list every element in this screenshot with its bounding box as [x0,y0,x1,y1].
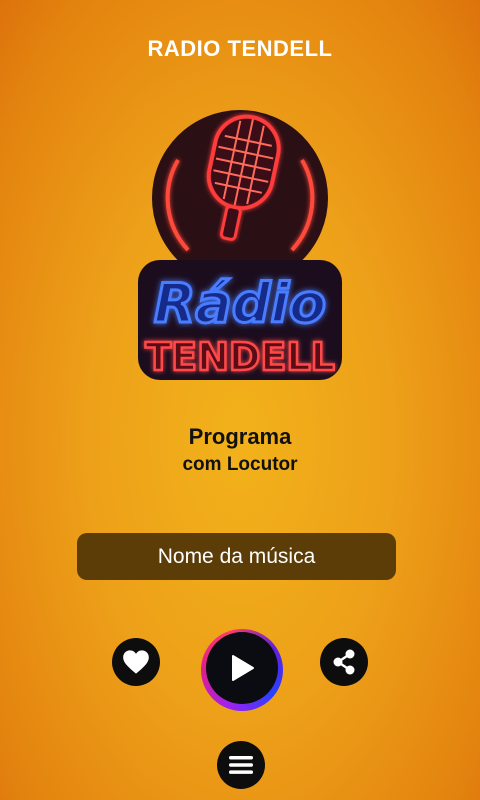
logo-line2: TENDELL [145,335,335,379]
menu-button[interactable] [217,741,265,789]
radio-logo: Rádio TENDELL [130,100,350,390]
menu-icon [229,756,253,774]
play-button[interactable] [201,629,283,711]
logo-line1: Rádio [154,272,326,335]
play-icon [232,655,254,681]
app-title: RADIO TENDELL [147,36,333,61]
song-title: Nome da música [157,544,316,568]
now-playing-bar: Nome da música [77,533,396,580]
program-name: Programa [188,424,292,449]
share-icon [333,649,355,675]
heart-icon [123,650,149,674]
like-button[interactable] [112,638,160,686]
share-button[interactable] [320,638,368,686]
program-host: com Locutor [182,454,298,475]
